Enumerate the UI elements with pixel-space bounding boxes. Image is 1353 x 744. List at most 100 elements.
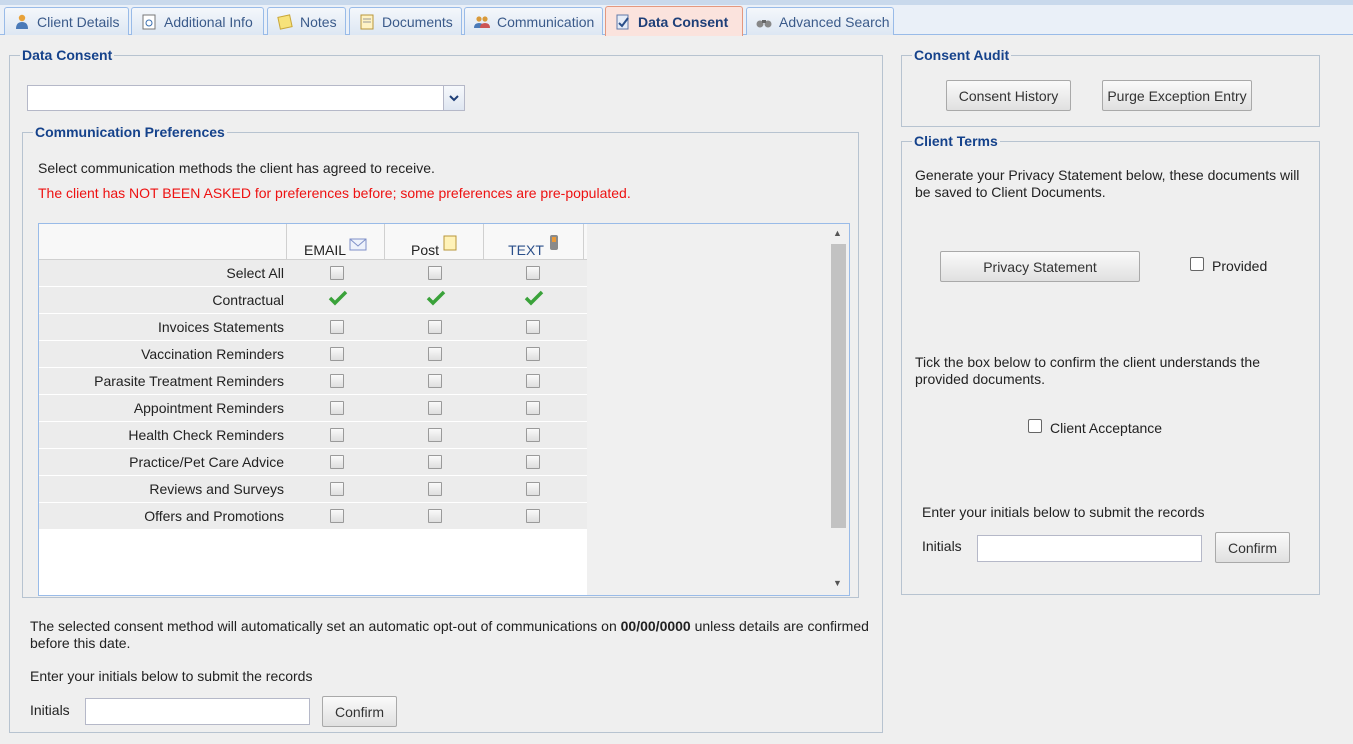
email-checkbox[interactable] xyxy=(330,347,344,361)
email-checkbox[interactable] xyxy=(330,509,344,523)
privacy-statement-button[interactable]: Privacy Statement xyxy=(940,251,1140,282)
grid-row-offers-and-promotions: Offers and Promotions xyxy=(39,503,587,530)
post-checkbox[interactable] xyxy=(428,266,442,280)
terms-confirm-button[interactable]: Confirm xyxy=(1215,532,1290,563)
optout-text-before: The selected consent method will automat… xyxy=(30,618,621,634)
grid-row-contractual: Contractual xyxy=(39,287,587,314)
text-checkbox[interactable] xyxy=(526,347,540,361)
preferences-grid-header: EMAIL Post TEXT xyxy=(39,224,587,260)
comm-prefs-intro: Select communication methods the client … xyxy=(38,160,435,176)
tab-communication[interactable]: Communication xyxy=(464,7,603,35)
notes-icon xyxy=(276,13,294,30)
post-checkbox[interactable] xyxy=(428,455,442,469)
email-checkbox[interactable] xyxy=(330,455,344,469)
text-checkbox[interactable] xyxy=(526,320,540,334)
email-checkbox[interactable] xyxy=(330,482,344,496)
consent-history-button[interactable]: Consent History xyxy=(946,80,1071,111)
post-checkbox[interactable] xyxy=(428,320,442,334)
confirm-button[interactable]: Confirm xyxy=(322,696,397,727)
binoculars-icon xyxy=(755,14,773,30)
tab-data-consent[interactable]: Data Consent xyxy=(605,6,743,36)
text-checkbox[interactable] xyxy=(526,509,540,523)
text-column-label: TEXT xyxy=(508,242,544,258)
email-checkbox[interactable] xyxy=(330,374,344,388)
info-doc-icon xyxy=(140,14,158,30)
person-icon xyxy=(13,14,31,30)
row-label: Parasite Treatment Reminders xyxy=(94,373,284,389)
terms-initials-label: Initials xyxy=(922,538,962,554)
text-checkbox[interactable] xyxy=(526,401,540,415)
preferences-rows: Select All Contractual Invoices Statemen… xyxy=(39,260,587,530)
initials-label: Initials xyxy=(30,702,70,718)
post-checkbox[interactable] xyxy=(428,509,442,523)
letter-icon xyxy=(443,235,457,254)
client-acceptance-label: Client Acceptance xyxy=(1050,420,1163,436)
email-column-label: EMAIL xyxy=(303,242,346,258)
tab-additional-info[interactable]: Additional Info xyxy=(131,7,264,35)
text-checkmark-icon xyxy=(524,290,544,310)
grid-row-invoices-statements: Invoices Statements xyxy=(39,314,587,341)
row-label: Select All xyxy=(226,265,284,281)
tab-label: Communication xyxy=(497,13,595,30)
tab-client-details[interactable]: Client Details xyxy=(4,7,129,35)
purge-exception-entry-button[interactable]: Purge Exception Entry xyxy=(1102,80,1252,111)
scroll-down-icon[interactable]: ▼ xyxy=(833,578,842,588)
text-checkbox[interactable] xyxy=(526,266,540,280)
grid-vertical-scrollbar[interactable]: ▲ ▼ xyxy=(829,224,849,595)
tab-label: Documents xyxy=(382,13,453,30)
text-checkbox[interactable] xyxy=(526,428,540,442)
envelope-icon xyxy=(349,237,367,254)
header-text: TEXT xyxy=(484,224,584,260)
chevron-down-icon[interactable] xyxy=(443,86,464,110)
post-checkbox[interactable] xyxy=(428,482,442,496)
client-acceptance-checkbox[interactable] xyxy=(1028,419,1042,433)
row-label: Practice/Pet Care Advice xyxy=(129,454,284,470)
email-checkbox[interactable] xyxy=(330,428,344,442)
row-label: Appointment Reminders xyxy=(133,400,284,416)
tab-bar: Client Details Additional Info Notes Doc… xyxy=(0,5,1353,36)
email-checkbox[interactable] xyxy=(330,266,344,280)
documents-icon xyxy=(358,14,376,30)
post-checkbox[interactable] xyxy=(428,401,442,415)
post-checkbox[interactable] xyxy=(428,347,442,361)
post-checkmark-icon xyxy=(426,290,446,310)
provided-checkbox[interactable] xyxy=(1190,257,1204,271)
tab-notes[interactable]: Notes xyxy=(267,7,346,35)
post-checkbox[interactable] xyxy=(428,374,442,388)
consent-method-select[interactable] xyxy=(27,85,465,111)
post-checkbox[interactable] xyxy=(428,428,442,442)
grid-row-practice-pet-care-advice: Practice/Pet Care Advice xyxy=(39,449,587,476)
row-label: Invoices Statements xyxy=(157,319,284,335)
initials-input[interactable] xyxy=(85,698,310,725)
row-label: Vaccination Reminders xyxy=(141,346,284,362)
grid-row-select-all: Select All xyxy=(39,260,587,287)
text-checkbox[interactable] xyxy=(526,455,540,469)
client-terms-legend: Client Terms xyxy=(914,133,998,149)
tab-label: Client Details xyxy=(37,13,120,30)
people-icon xyxy=(473,14,491,30)
terms-initials-input[interactable] xyxy=(977,535,1202,562)
text-checkbox[interactable] xyxy=(526,374,540,388)
header-post: Post xyxy=(385,224,484,260)
header-blank-cell xyxy=(39,224,287,260)
tab-documents[interactable]: Documents xyxy=(349,7,462,35)
grid-row-vaccination-reminders: Vaccination Reminders xyxy=(39,341,587,368)
grid-row-reviews-and-surveys: Reviews and Surveys xyxy=(39,476,587,503)
tab-label: Additional Info xyxy=(164,13,253,30)
scrollbar-thumb[interactable] xyxy=(831,244,846,528)
generate-statement-text: Generate your Privacy Statement below, t… xyxy=(915,167,1300,200)
row-label: Health Check Reminders xyxy=(128,427,284,443)
initials-prompt: Enter your initials below to submit the … xyxy=(30,668,313,684)
row-label: Reviews and Surveys xyxy=(149,481,284,497)
mobile-phone-icon xyxy=(549,234,559,254)
tab-advanced-search[interactable]: Advanced Search xyxy=(746,7,894,35)
comm-prefs-warning: The client has NOT BEEN ASKED for prefer… xyxy=(38,185,631,201)
email-checkbox[interactable] xyxy=(330,401,344,415)
tab-label: Notes xyxy=(300,13,337,30)
grid-row-appointment-reminders: Appointment Reminders xyxy=(39,395,587,422)
consent-audit-legend: Consent Audit xyxy=(914,47,1010,63)
email-checkbox[interactable] xyxy=(330,320,344,334)
scroll-up-icon[interactable]: ▲ xyxy=(833,228,842,238)
optout-notice: The selected consent method will automat… xyxy=(30,618,870,652)
text-checkbox[interactable] xyxy=(526,482,540,496)
